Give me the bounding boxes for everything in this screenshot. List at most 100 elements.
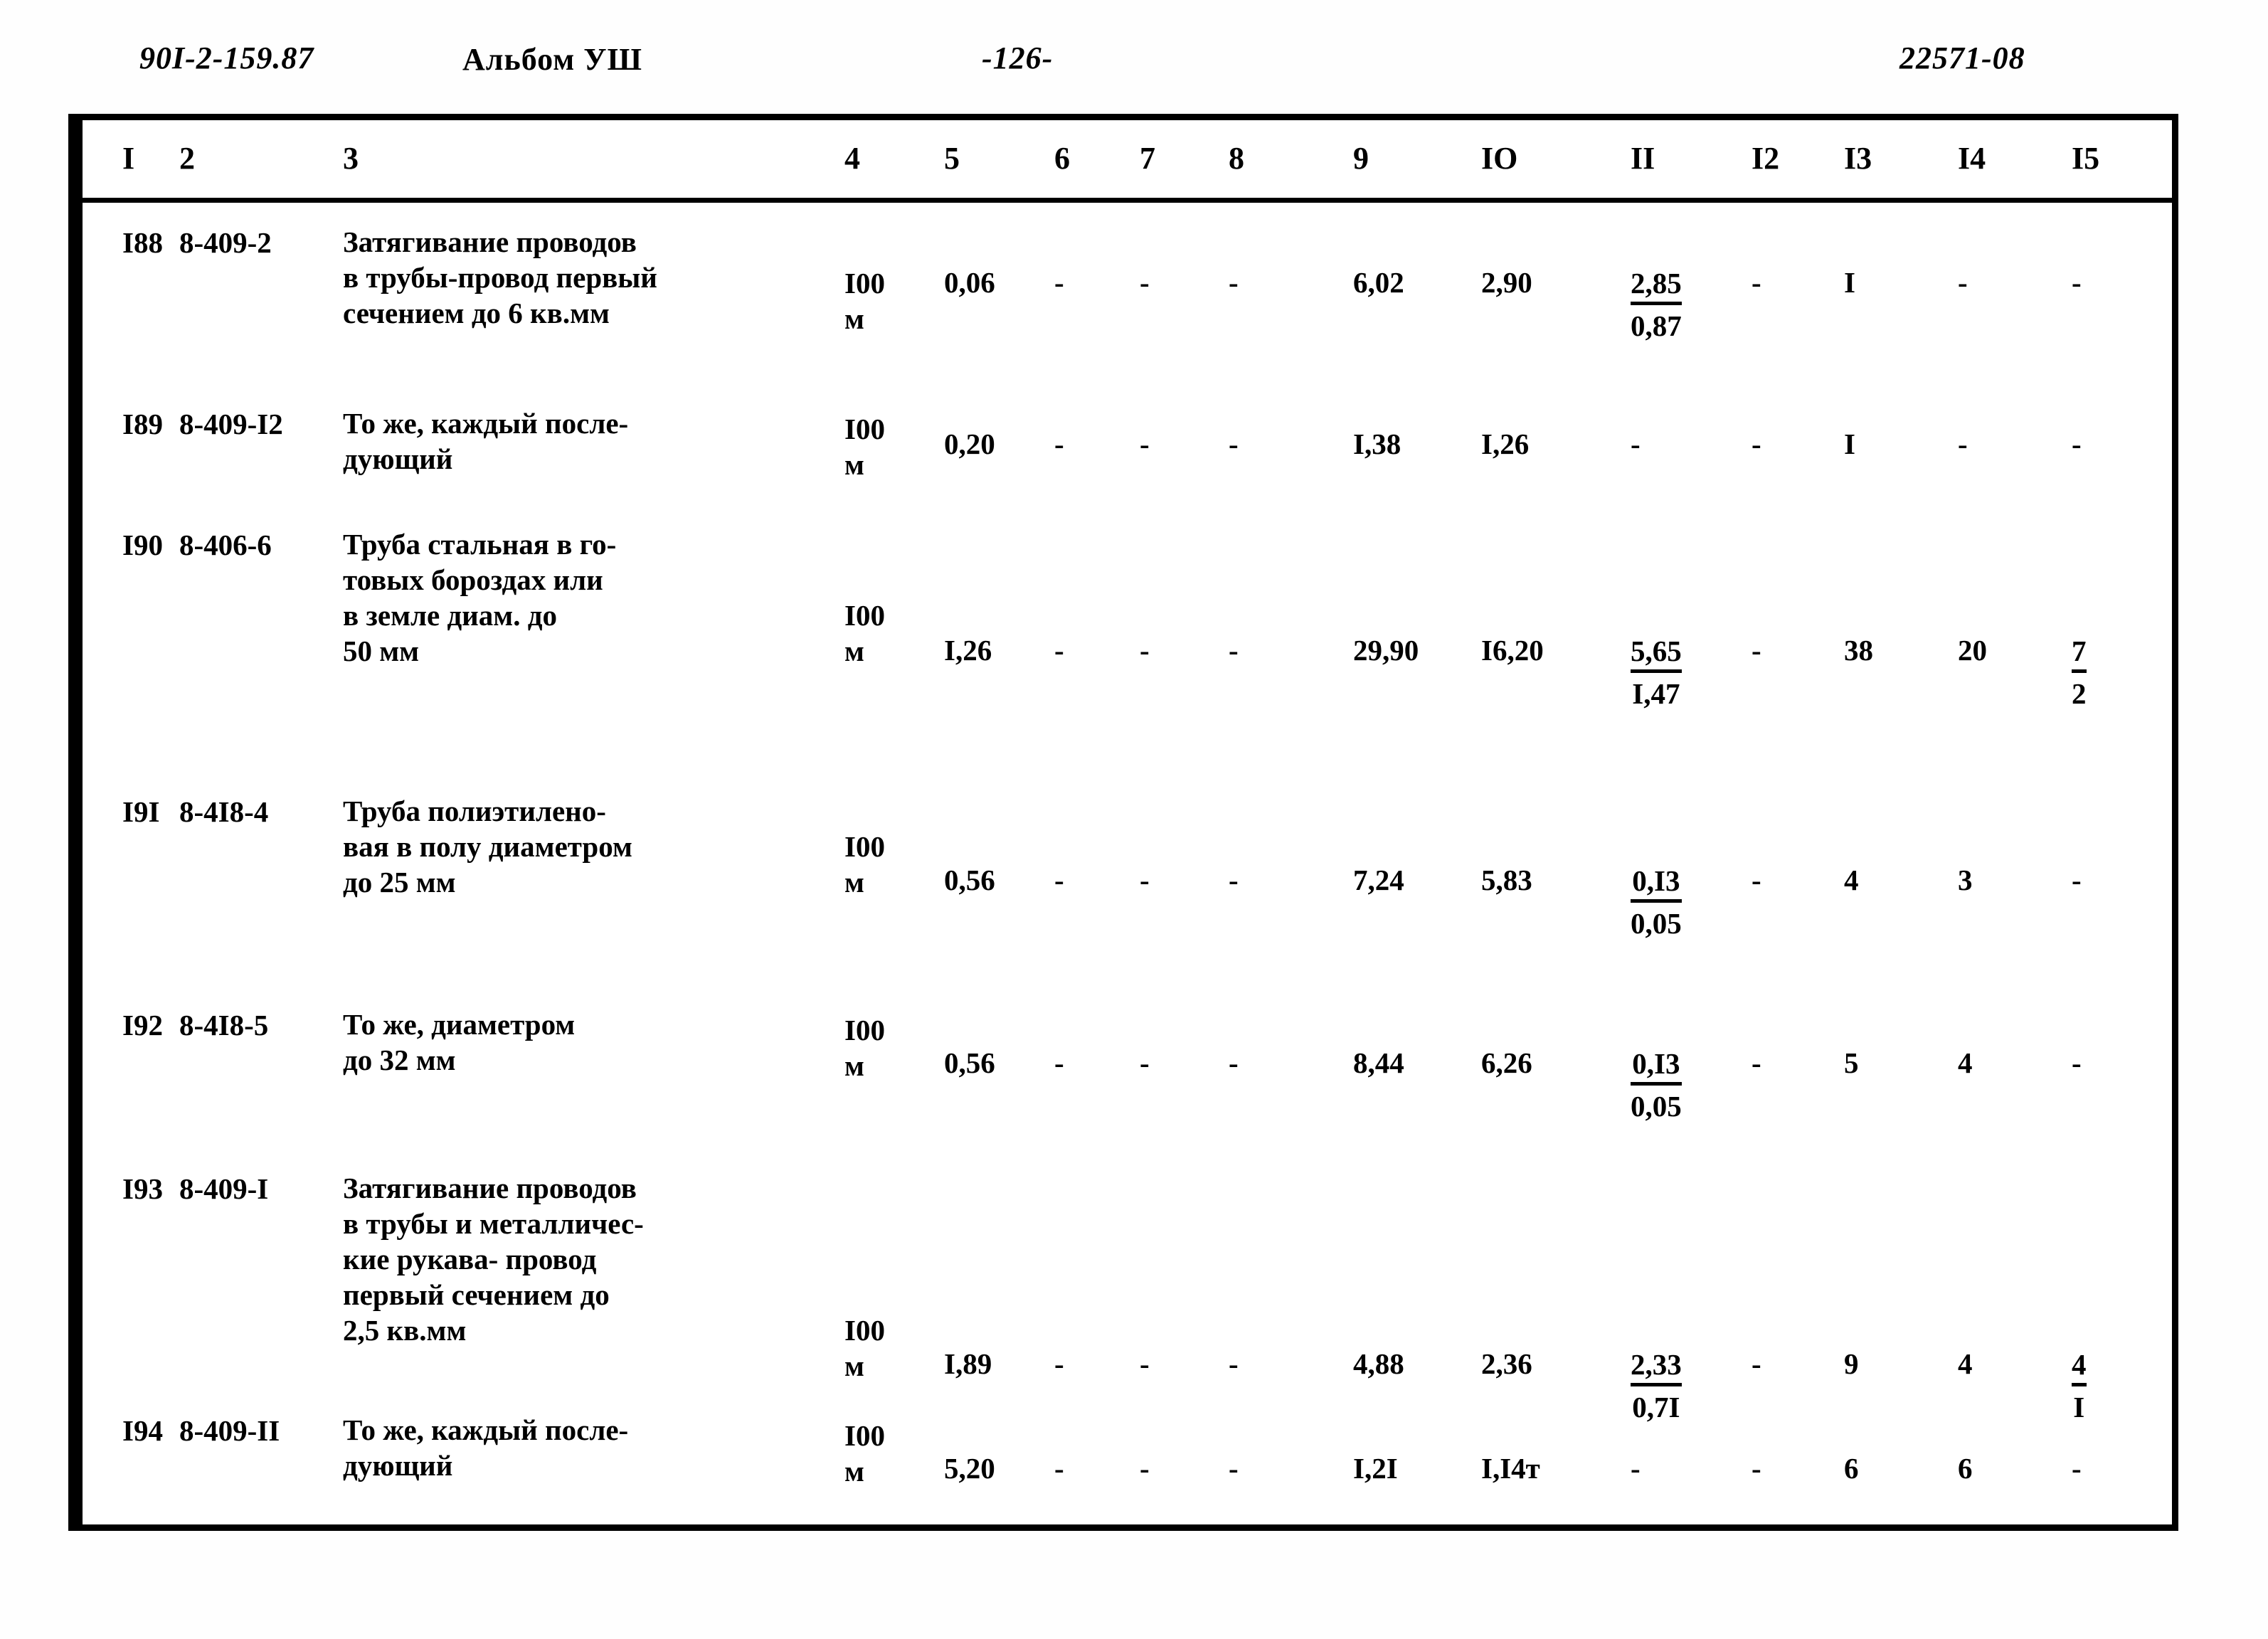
row-value-col15-numerator: 4 — [2072, 1347, 2087, 1386]
row-value-col5: 5,20 — [944, 1452, 995, 1485]
row-value-col14: 4 — [1958, 1046, 1973, 1079]
row-value-col14: 20 — [1958, 634, 1987, 667]
row-position-number: I9I — [122, 795, 160, 828]
row-unit: I00 м — [844, 1314, 885, 1382]
row-value-col6: - — [1054, 428, 1064, 460]
row-value-col11: 0,I3 0,05 — [1631, 1046, 1682, 1124]
row-value-col9: I,2I — [1353, 1452, 1398, 1485]
row-value-col12: - — [1752, 1347, 1761, 1380]
row-value-col15: - — [2072, 266, 2082, 299]
row-norm-code: 8-409-II — [179, 1414, 280, 1447]
row-value-col7: - — [1140, 428, 1150, 460]
row-value-col12: - — [1752, 864, 1761, 896]
row-unit: I00 м — [844, 599, 885, 667]
row-value-col5: 0,56 — [944, 864, 995, 896]
row-norm-code: 8-409-I2 — [179, 408, 283, 440]
row-description: То же, каждый после- дующий — [343, 1413, 629, 1482]
row-value-col12: - — [1752, 428, 1761, 460]
table-header-separator — [80, 198, 2172, 203]
row-value-col8: - — [1229, 1452, 1239, 1485]
column-header-8: 8 — [1229, 141, 1244, 176]
column-header-15: I5 — [2072, 141, 2100, 176]
document-page: 90I-2-159.87 Альбом УШ -126- 22571-08 I … — [0, 0, 2268, 1639]
column-header-5: 5 — [944, 141, 960, 176]
row-value-col11-numerator: 5,65 — [1631, 633, 1682, 673]
row-value-col8: - — [1229, 266, 1239, 299]
row-value-col15: - — [2072, 1452, 2082, 1485]
row-value-col11: - — [1631, 1452, 1641, 1485]
row-norm-code: 8-409-2 — [179, 226, 272, 259]
row-value-col11: 5,65 I,47 — [1631, 633, 1682, 711]
column-header-2: 2 — [179, 141, 195, 176]
row-value-col7: - — [1140, 266, 1150, 299]
row-value-col15: - — [2072, 428, 2082, 460]
row-value-col11-denominator: 0,05 — [1631, 907, 1682, 940]
row-value-col13: 5 — [1844, 1046, 1859, 1079]
table-body: I88 8-409-2 Затягивание проводов в трубы-п… — [80, 203, 2172, 1526]
row-description: То же, каждый после- дующий — [343, 407, 629, 475]
row-value-col15-denominator: 2 — [2072, 677, 2087, 710]
column-header-1: I — [122, 141, 135, 176]
row-value-col13: 38 — [1844, 634, 1873, 667]
row-value-col14: 4 — [1958, 1347, 1973, 1380]
row-description: Труба стальная в го- товых бороздах или … — [343, 528, 617, 667]
row-value-col10: I6,20 — [1481, 634, 1544, 667]
row-value-col6: - — [1054, 1046, 1064, 1079]
row-value-col11-numerator: 2,85 — [1631, 265, 1682, 305]
row-value-col12: - — [1752, 266, 1761, 299]
page-number: -126- — [982, 41, 1054, 75]
row-value-col7: - — [1140, 1347, 1150, 1380]
row-description: Труба полиэтилено- вая в полу диаметром … — [343, 795, 632, 898]
page-header: 90I-2-159.87 Альбом УШ -126- 22571-08 — [0, 40, 2268, 90]
row-unit: I00 м — [844, 267, 885, 335]
row-value-col13: 9 — [1844, 1347, 1859, 1380]
column-header-4: 4 — [844, 141, 860, 176]
row-value-col6: - — [1054, 1452, 1064, 1485]
row-value-col7: - — [1140, 1452, 1150, 1485]
row-value-col6: - — [1054, 864, 1064, 896]
row-value-col15: - — [2072, 864, 2082, 896]
row-unit: I00 м — [844, 1419, 885, 1487]
row-value-col13: I — [1844, 428, 1855, 460]
column-header-13: I3 — [1844, 141, 1872, 176]
row-unit: I00 м — [844, 830, 885, 898]
row-norm-code: 8-4I8-5 — [179, 1009, 269, 1041]
column-header-6: 6 — [1054, 141, 1070, 176]
document-number: 22571-08 — [1899, 41, 2025, 75]
row-value-col5: I,26 — [944, 634, 992, 667]
row-value-col11-denominator: 0,87 — [1631, 309, 1682, 342]
row-position-number: I89 — [122, 408, 163, 440]
data-table: I 2 3 4 5 6 7 8 9 IO II I2 I3 I4 I5 I88 8… — [68, 114, 2178, 1531]
row-value-col11: 2,33 0,7I — [1631, 1347, 1682, 1425]
row-value-col12: - — [1752, 634, 1761, 667]
row-value-col8: - — [1229, 1046, 1239, 1079]
row-value-col8: - — [1229, 864, 1239, 896]
row-value-col11-denominator: 0,05 — [1631, 1090, 1682, 1123]
row-value-col10: I,26 — [1481, 428, 1530, 460]
row-unit: I00 м — [844, 413, 885, 481]
row-value-col7: - — [1140, 864, 1150, 896]
row-value-col11-denominator: 0,7I — [1632, 1391, 1680, 1423]
row-value-col5: 0,06 — [944, 266, 995, 299]
row-value-col11: 2,85 0,87 — [1631, 265, 1682, 344]
row-norm-code: 8-406-6 — [179, 529, 272, 561]
row-value-col15: 72 — [2072, 633, 2087, 711]
column-header-10: IO — [1481, 141, 1518, 176]
row-value-col10: 2,36 — [1481, 1347, 1532, 1380]
row-value-col13: I — [1844, 266, 1855, 299]
row-value-col5: 0,56 — [944, 1046, 995, 1079]
row-value-col5: 0,20 — [944, 428, 995, 460]
row-value-col14: - — [1958, 428, 1968, 460]
row-value-col7: - — [1140, 634, 1150, 667]
row-value-col11-denominator: I,47 — [1632, 677, 1680, 710]
row-position-number: I90 — [122, 529, 163, 561]
row-value-col13: 4 — [1844, 864, 1859, 896]
row-value-col15: - — [2072, 1046, 2082, 1079]
row-value-col6: - — [1054, 1347, 1064, 1380]
row-position-number: I88 — [122, 226, 163, 259]
column-header-3: 3 — [343, 141, 359, 176]
column-header-7: 7 — [1140, 141, 1155, 176]
row-value-col14: - — [1958, 266, 1968, 299]
row-value-col9: 7,24 — [1353, 864, 1404, 896]
row-description: Затягивание проводов в трубы и металличе… — [343, 1172, 644, 1347]
